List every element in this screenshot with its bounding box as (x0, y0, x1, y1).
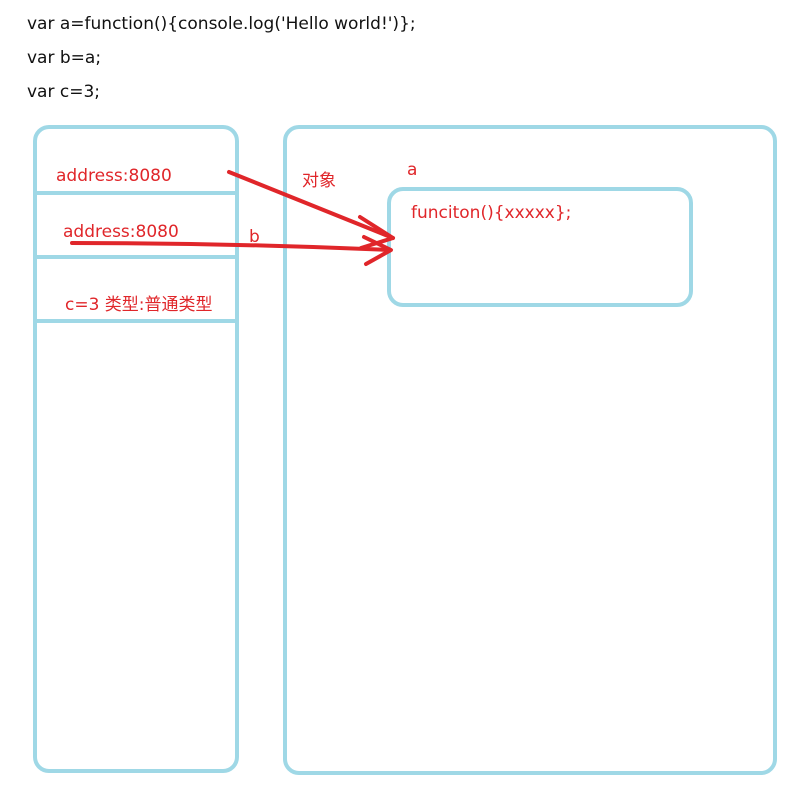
heap-object-label: 对象 (302, 171, 336, 191)
stack-row-1-address: address:8080 (56, 166, 172, 186)
pointer-arrow-b (70, 241, 392, 252)
stack-row-2-address: address:8080 (63, 222, 179, 242)
pointer-label-b: b (249, 227, 260, 247)
memory-diagram (33, 125, 777, 775)
function-object-content: funciton(){xxxxx}; (411, 203, 572, 223)
object-variable-label-a: a (407, 160, 418, 180)
stack-row-3-value: c=3 类型:普通类型 (65, 295, 213, 315)
